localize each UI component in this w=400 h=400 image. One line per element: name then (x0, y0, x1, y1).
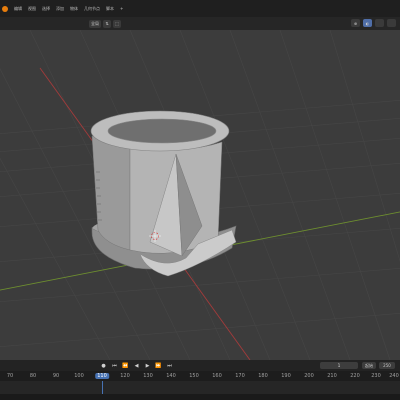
shading-solid-icon[interactable] (375, 19, 384, 27)
ruler-tick: 100 (74, 373, 84, 379)
menu-scripting[interactable]: 脚本 (106, 6, 114, 12)
ruler-tick: 240 (389, 373, 399, 379)
transform-orientation-dropdown[interactable]: 全局 (89, 19, 101, 28)
shading-material-icon[interactable] (387, 19, 396, 27)
end-frame-field[interactable]: 250 (379, 362, 395, 369)
jump-end-icon[interactable]: ⏭ (166, 362, 173, 369)
ruler-tick: 120 (120, 373, 130, 379)
ruler-tick: 140 (166, 373, 176, 379)
add-workspace-button[interactable]: + (120, 6, 123, 11)
menu-select[interactable]: 选择 (42, 6, 50, 12)
gizmo-toggle-icon[interactable]: ⊕ (351, 19, 360, 27)
play-reverse-icon[interactable]: ◀ (133, 362, 140, 369)
ruler-tick-current[interactable]: 110 (95, 373, 109, 379)
next-keyframe-icon[interactable]: ⏩ (155, 362, 162, 369)
keyframe-area[interactable] (0, 381, 400, 394)
menu-edit[interactable]: 编辑 (14, 6, 22, 12)
menu-view[interactable]: 视图 (28, 6, 36, 12)
ruler-tick: 210 (327, 373, 337, 379)
ruler-tick: 130 (143, 373, 153, 379)
ruler-tick: 230 (371, 373, 381, 379)
play-icon[interactable]: ▶ (144, 362, 151, 369)
top-menu-bar: 编辑 视图 选择 添加 物体 几何节点 脚本 + (0, 0, 400, 17)
frame-ruler[interactable]: 70 80 90 100 110 120 130 140 150 160 170… (0, 371, 400, 381)
start-frame-label: 起始 (365, 363, 373, 368)
ruler-tick: 220 (350, 373, 360, 379)
snap-icon[interactable]: ⬚ (113, 19, 121, 28)
record-icon[interactable]: ● (100, 362, 107, 369)
overlay-toggle-icon[interactable]: ◐ (363, 19, 372, 27)
3d-viewport[interactable] (0, 30, 400, 360)
ruler-tick: 170 (235, 373, 245, 379)
ruler-tick: 150 (189, 373, 199, 379)
orientation-label: 全局 (91, 20, 99, 26)
menu-add[interactable]: 添加 (56, 6, 64, 12)
current-frame-field[interactable]: 1 (320, 362, 358, 369)
prev-keyframe-icon[interactable]: ⏪ (122, 362, 129, 369)
holder-model[interactable] (90, 110, 237, 277)
ruler-tick: 70 (6, 373, 14, 379)
ruler-tick: 190 (281, 373, 291, 379)
menu-geometry-nodes[interactable]: 几何节点 (84, 6, 100, 12)
ruler-tick: 160 (212, 373, 222, 379)
ruler-tick: 80 (29, 373, 37, 379)
status-bar (0, 394, 400, 400)
ruler-tick: 180 (258, 373, 268, 379)
viewport-header: 全局 ⇅ ⬚ ⊕ ◐ (0, 17, 400, 30)
start-frame-field[interactable]: 起始 (362, 362, 376, 369)
ruler-tick: 90 (52, 373, 60, 379)
blender-logo-icon[interactable] (2, 5, 8, 12)
ruler-tick: 200 (304, 373, 314, 379)
timeline-header: ● ⏮ ⏪ ◀ ▶ ⏩ ⏭ 1 起始 250 (0, 360, 400, 371)
viewport-canvas (0, 30, 400, 360)
menu-object[interactable]: 物体 (70, 6, 78, 12)
pivot-point-icon[interactable]: ⇅ (103, 19, 111, 28)
jump-start-icon[interactable]: ⏮ (111, 362, 118, 369)
